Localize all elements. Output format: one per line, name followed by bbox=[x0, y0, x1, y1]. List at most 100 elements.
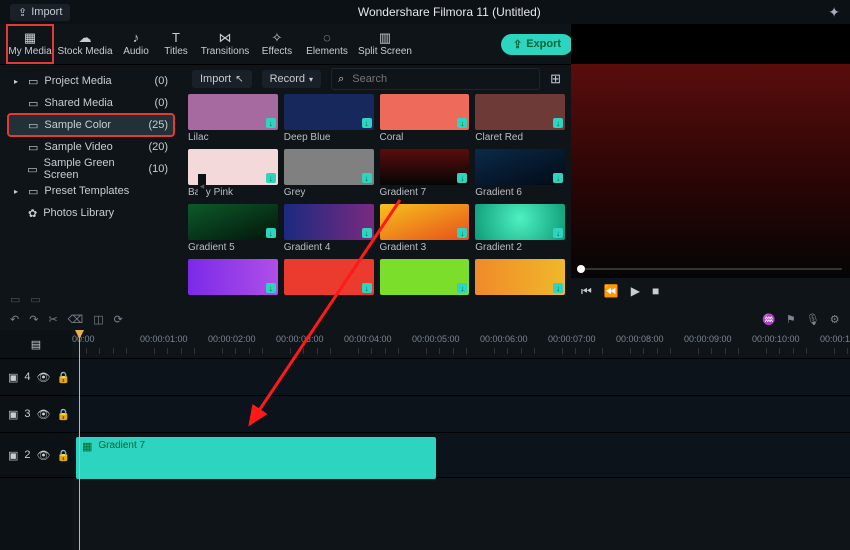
folder-icon: ▭ bbox=[28, 141, 38, 154]
tab-transitions[interactable]: ⋈Transitions bbox=[196, 24, 254, 64]
asset-row4-15[interactable]: ↓ bbox=[475, 259, 565, 297]
record-dropdown[interactable]: Record▾ bbox=[262, 70, 321, 88]
search-box[interactable]: ⌕ bbox=[331, 68, 540, 90]
asset-thumb: ↓ bbox=[188, 259, 278, 295]
asset-coral[interactable]: ↓Coral bbox=[380, 94, 470, 143]
sidebar-item-sample-video[interactable]: ▭Sample Video(20) bbox=[8, 136, 174, 158]
media-sidebar: ▸▭Project Media(0)▭Shared Media(0)▭Sampl… bbox=[0, 64, 182, 304]
sidebar-count: (10) bbox=[148, 163, 168, 175]
time-ruler[interactable]: 00:0000:00:01:0000:00:02:0000:00:03:0000… bbox=[72, 330, 850, 359]
marker-icon[interactable]: ⚑ bbox=[786, 313, 796, 326]
eye-icon[interactable]: 👁 bbox=[37, 408, 51, 421]
timecode: 00:00 bbox=[72, 334, 95, 344]
undo-icon[interactable]: ↶ bbox=[10, 313, 19, 326]
tab-split-screen[interactable]: ▥Split Screen bbox=[354, 24, 416, 64]
import-top-button[interactable]: ⇪ Import bbox=[10, 4, 70, 21]
asset-label: Gradient 4 bbox=[284, 242, 374, 253]
asset-label: Gradient 3 bbox=[380, 242, 470, 253]
asset-row4-12[interactable]: ↓ bbox=[188, 259, 278, 297]
tab-my-media[interactable]: ▦My Media bbox=[6, 24, 54, 64]
delete-icon[interactable]: ⌫ bbox=[68, 313, 84, 326]
stop-button[interactable]: ■ bbox=[652, 284, 659, 298]
elements-icon: ◌ bbox=[323, 31, 331, 44]
asset-gradient-3[interactable]: ↓ Gradient 3 bbox=[380, 204, 470, 253]
folder2-icon[interactable]: ▭ bbox=[30, 293, 40, 306]
download-badge-icon: ↓ bbox=[457, 228, 467, 238]
import-dropdown[interactable]: Import↖ bbox=[192, 70, 252, 88]
download-badge-icon: ↓ bbox=[553, 228, 563, 238]
sidebar-count: (20) bbox=[148, 141, 168, 153]
timecode: 00:00:07:00 bbox=[548, 334, 596, 344]
mixer-icon[interactable]: ♒ bbox=[762, 313, 776, 326]
asset-row4-14[interactable]: ↓ bbox=[380, 259, 470, 297]
tab-titles[interactable]: TTitles bbox=[156, 24, 196, 64]
asset-lilac[interactable]: ↓Lilac bbox=[188, 94, 278, 143]
search-input[interactable] bbox=[350, 72, 533, 86]
asset-gradient-5[interactable]: ↓Gradient 5 bbox=[188, 204, 278, 253]
asset-gradient-7[interactable]: ↓Gradient 7 bbox=[380, 149, 470, 198]
sidebar-item-shared-media[interactable]: ▭Shared Media(0) bbox=[8, 92, 174, 114]
stock-icon: ☁ bbox=[79, 31, 92, 44]
speed-icon[interactable]: ⟳ bbox=[114, 313, 123, 326]
asset-grey[interactable]: ↓Grey bbox=[284, 149, 374, 198]
cut-icon[interactable]: ✂ bbox=[48, 313, 57, 326]
mic-icon[interactable]: 🎙 bbox=[806, 313, 820, 326]
eye-icon[interactable]: 👁 bbox=[37, 371, 51, 384]
crop-icon[interactable]: ◫ bbox=[93, 313, 103, 326]
tips-icon[interactable]: ✦ bbox=[828, 4, 840, 21]
asset-claret-red[interactable]: ↓Claret Red bbox=[475, 94, 565, 143]
preview-progress[interactable] bbox=[579, 268, 842, 270]
track-head-3[interactable]: ▣3👁🔒 bbox=[0, 396, 72, 433]
eye-icon[interactable]: 👁 bbox=[37, 449, 51, 462]
track-head-2[interactable]: ▣2👁🔒 bbox=[0, 433, 72, 478]
asset-thumb: ↓ bbox=[380, 204, 470, 240]
sidebar-collapse-handle[interactable]: ◂ bbox=[198, 174, 206, 198]
tab-effects[interactable]: ✧Effects bbox=[254, 24, 300, 64]
lock-icon[interactable]: 🔒 bbox=[57, 408, 71, 421]
sidebar-item-photos-library[interactable]: ✿Photos Library bbox=[8, 202, 174, 224]
split-icon: ▥ bbox=[379, 31, 391, 44]
timeline-body[interactable]: 00:0000:00:01:0000:00:02:0000:00:03:0000… bbox=[72, 330, 850, 550]
prev-button[interactable]: ⏮ bbox=[581, 284, 592, 299]
asset-thumb: ↓ bbox=[188, 204, 278, 240]
folder-icon[interactable]: ▭ bbox=[10, 293, 20, 306]
grid-view-icon[interactable]: ⊞ bbox=[550, 71, 561, 87]
track-3[interactable] bbox=[72, 396, 850, 433]
asset-gradient-2[interactable]: ↓Gradient 2 bbox=[475, 204, 565, 253]
timecode: 00:00:08:00 bbox=[616, 334, 664, 344]
playhead[interactable] bbox=[79, 330, 80, 550]
tab-audio[interactable]: ♪Audio bbox=[116, 24, 156, 64]
export-button[interactable]: ⇪ Export bbox=[501, 34, 573, 55]
timecode: 00:00:01:00 bbox=[140, 334, 188, 344]
asset-gradient-4[interactable]: ↓Gradient 4 bbox=[284, 204, 374, 253]
sidebar-label: Photos Library bbox=[43, 207, 114, 219]
sidebar-item-preset-templates[interactable]: ▸▭Preset Templates bbox=[8, 180, 174, 202]
folder-icon: ▭ bbox=[28, 97, 38, 110]
adjust-icon[interactable]: ⚙ bbox=[830, 313, 840, 326]
step-back-button[interactable]: ⏪ bbox=[604, 284, 619, 298]
tab-stock-media[interactable]: ☁Stock Media bbox=[54, 24, 116, 64]
asset-row4-13[interactable]: ↓ bbox=[284, 259, 374, 297]
sidebar-item-project-media[interactable]: ▸▭Project Media(0) bbox=[8, 70, 174, 92]
tab-elements[interactable]: ◌Elements bbox=[300, 24, 354, 64]
asset-thumb: ↓ bbox=[475, 259, 565, 295]
preview-playhead[interactable] bbox=[577, 265, 585, 273]
track-4[interactable] bbox=[72, 359, 850, 396]
track-2[interactable]: ▦ Gradient 7 bbox=[72, 433, 850, 478]
asset-deep-blue[interactable]: ↓Deep Blue bbox=[284, 94, 374, 143]
sidebar-count: (0) bbox=[155, 97, 168, 109]
play-button[interactable]: ▶ bbox=[631, 284, 640, 298]
lock-icon[interactable]: 🔒 bbox=[57, 371, 71, 384]
folder-icon: ▭ bbox=[28, 119, 38, 132]
track-head-4[interactable]: ▣4👁🔒 bbox=[0, 359, 72, 396]
lock-icon[interactable]: 🔒 bbox=[57, 449, 71, 462]
sidebar-item-sample-green-screen[interactable]: ▭Sample Green Screen(10) bbox=[8, 158, 174, 180]
redo-icon[interactable]: ↷ bbox=[29, 313, 38, 326]
chevron-down-icon: ▾ bbox=[309, 75, 313, 84]
sidebar-item-sample-color[interactable]: ▭Sample Color(25) bbox=[8, 114, 174, 136]
asset-gradient-6[interactable]: ↓Gradient 6 bbox=[475, 149, 565, 198]
clip-gradient7[interactable]: ▦ Gradient 7 bbox=[76, 437, 436, 479]
track-global-icon[interactable]: ▤ bbox=[0, 330, 72, 359]
timecode: 00:00:05:00 bbox=[412, 334, 460, 344]
preview-viewport[interactable] bbox=[571, 64, 850, 278]
